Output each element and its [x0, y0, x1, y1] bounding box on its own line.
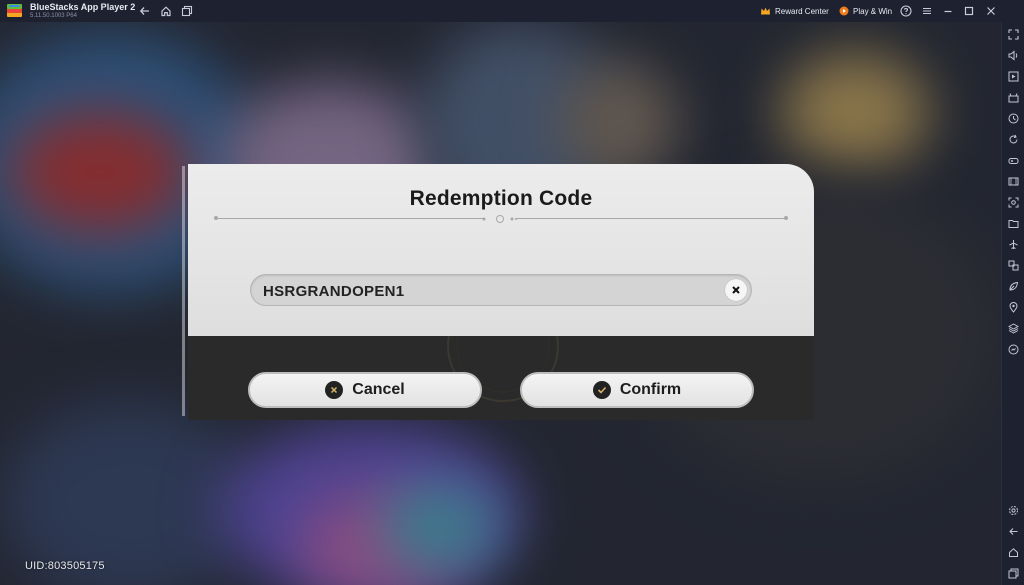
- confirm-label: Confirm: [619, 381, 682, 398]
- title-bar: BlueStacks App Player 2 5.11.50.1003 P64…: [0, 0, 1024, 22]
- clear-input-button[interactable]: [725, 279, 747, 301]
- gamepad-icon[interactable]: [1006, 153, 1020, 167]
- android-home-icon[interactable]: [1006, 545, 1020, 559]
- volume-icon[interactable]: [1006, 48, 1020, 62]
- title-divider: [214, 218, 484, 219]
- cancel-x-icon: [325, 381, 344, 399]
- title-divider: [516, 218, 786, 219]
- bluestacks-logo-icon: [7, 4, 22, 17]
- multi-instance-icon[interactable]: [180, 4, 194, 18]
- recent-apps-icon[interactable]: [1006, 566, 1020, 580]
- clear-x-icon: [732, 286, 740, 294]
- dialog-body: Redemption Code: [188, 164, 814, 336]
- location-icon[interactable]: [1006, 300, 1020, 314]
- rotate-icon[interactable]: [1006, 132, 1020, 146]
- dialog-title: Redemption Code: [409, 187, 593, 210]
- player-uid: UID:803505175: [25, 560, 105, 572]
- multi-window-icon[interactable]: [1006, 258, 1020, 272]
- bluestacks-window: BlueStacks App Player 2 5.11.50.1003 P64…: [0, 0, 1024, 585]
- app-version: 5.11.50.1003 P64: [30, 13, 77, 19]
- menu-icon[interactable]: [920, 4, 934, 18]
- airplane-icon[interactable]: [1006, 237, 1020, 251]
- divider-end-dot: [784, 216, 788, 220]
- eco-mode-icon[interactable]: [1006, 279, 1020, 293]
- reward-center-button[interactable]: Reward Center: [756, 3, 833, 19]
- right-sidebar: [1001, 22, 1024, 585]
- macro-icon[interactable]: [1006, 111, 1020, 125]
- help-icon[interactable]: [899, 4, 913, 18]
- dialog-edge: [182, 166, 185, 416]
- cancel-label: Cancel: [352, 381, 405, 398]
- settings-icon[interactable]: [1006, 503, 1020, 517]
- folder-icon[interactable]: [1006, 216, 1020, 230]
- play-win-icon: [839, 6, 849, 16]
- screenshot-icon[interactable]: [1006, 195, 1020, 209]
- play-win-button[interactable]: Play & Win: [835, 3, 896, 19]
- divider-ornament-icon: [482, 215, 517, 223]
- redemption-code-field[interactable]: [250, 274, 752, 306]
- home-icon[interactable]: [159, 4, 173, 18]
- apk-install-icon[interactable]: [1006, 90, 1020, 104]
- cancel-button[interactable]: Cancel: [248, 372, 482, 408]
- play-win-label: Play & Win: [853, 6, 893, 16]
- crown-icon: [761, 7, 770, 15]
- reward-center-label: Reward Center: [775, 6, 829, 16]
- app-title: BlueStacks App Player 2: [30, 2, 136, 12]
- layers-icon[interactable]: [1006, 321, 1020, 335]
- media-manager-icon[interactable]: [1006, 69, 1020, 83]
- back-icon[interactable]: [1006, 524, 1020, 538]
- confirm-check-icon: [592, 381, 611, 399]
- redemption-dialog: Redemption Code HSRGRANDOPEN1 Cancel Con…: [182, 164, 814, 420]
- redemption-code-input[interactable]: [263, 281, 703, 301]
- back-arrow-icon[interactable]: [138, 4, 152, 18]
- divider-end-dot: [214, 216, 218, 220]
- screen-record-icon[interactable]: [1006, 174, 1020, 188]
- maximize-icon[interactable]: [962, 4, 976, 18]
- close-icon[interactable]: [984, 4, 998, 18]
- minimize-icon[interactable]: [941, 4, 955, 18]
- sync-icon[interactable]: [1006, 342, 1020, 356]
- fullscreen-icon[interactable]: [1006, 27, 1020, 41]
- confirm-button[interactable]: Confirm: [520, 372, 754, 408]
